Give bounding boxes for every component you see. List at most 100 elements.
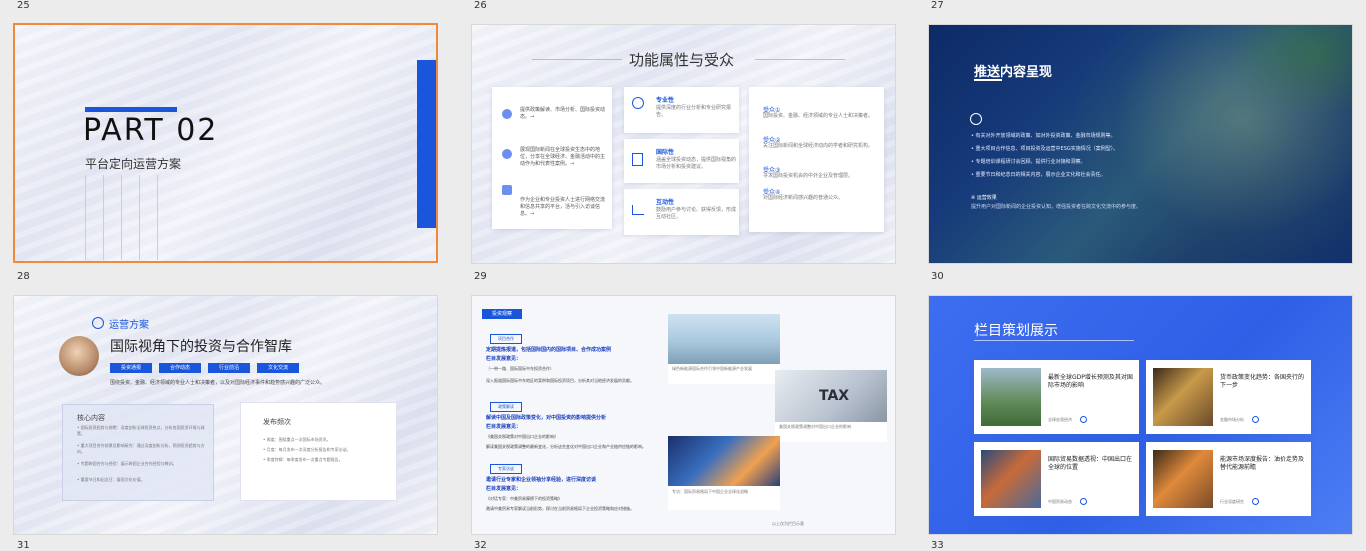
bullet-text: 有关对外开放领域的政策、如对外投资政策、金融市场规则等。 (975, 133, 1116, 139)
subsection-label: 政策解读 (490, 402, 522, 412)
containers-photo (981, 450, 1041, 508)
attribute-card-interactive: 互动性 鼓励用户参与讨论、获得反馈，形成互动社区。 (624, 189, 739, 235)
building-icon (502, 185, 512, 195)
frequency-item-text: 季度特辑：每季度发布一次重点专题报告。 (266, 457, 343, 462)
photo-caption-box: 专访：国际贸易格局下中国企业全球化战略 (668, 486, 780, 510)
subsection-title: 定期提炼报道，包括国际国内的国际项目、合作成功案例 (486, 347, 612, 353)
title-accent-bar (85, 107, 177, 112)
subsection-sub: 栏目发展意见： (486, 356, 522, 362)
tag-button[interactable]: 行业前沿 (208, 363, 250, 373)
bullet-3: • 专题培训课程研讨会回顾，提供行业对接和洞察。 (971, 159, 1086, 165)
audience-panel: 受众① 国际投资、金融、经济领域的专业人士和决策者。 受众② 关注国际新闻和全球… (749, 87, 884, 232)
deco-line (103, 175, 104, 260)
slide-29-thumbnail[interactable]: 功能属性与受众 提供政策解读、市场分析、国际投资动态。→ 展现国际新闻在全球投资… (471, 24, 896, 264)
slide-number-28: 28 (17, 271, 30, 282)
power-icon (970, 113, 982, 125)
column-card[interactable]: 最新全球GDP增长预测及其对国际市场的影响 全球宏观经济 (974, 360, 1139, 434)
core-content-panel: 核心内容 • 国际投资趋势与前瞻：深度剖析全球投资热点，分析各国投资环境与政策。… (62, 404, 214, 501)
core-item-text: 专题跨国合作与经验：展示跨国企业合作经验与教训。 (80, 461, 177, 466)
left-item-2: 展现国际新闻在全球投资生态中的地位，分享在全球经济、金融活动中的主动作为和代表性… (520, 147, 606, 167)
slide-31-thumbnail[interactable]: 运营方案 国际视角下的投资与合作智库 投资通报 合作动态 行业前沿 文化交流 围… (13, 295, 438, 535)
panel-title: 发布频次 (263, 418, 291, 426)
core-item: • 专题跨国合作与经验：展示跨国企业合作经验与教训。 (77, 461, 177, 466)
slide-number-30: 30 (931, 271, 944, 282)
card-tag: 中国贸易动态 (1048, 499, 1072, 504)
slide-number-33: 33 (931, 540, 944, 551)
attribute-card-professional: 专业性 提供深度的行业分析和专业研究报告。 (624, 87, 739, 133)
attribute-text: 鼓励用户参与讨论、获得反馈，形成互动社区。 (656, 207, 737, 220)
column-card[interactable]: 货币政策变化趋势：各国央行的下一步 金融市场分析 (1146, 360, 1311, 434)
slide-number-25: 25 (17, 0, 30, 11)
bullet-1: • 有关对外开放领域的政策、如对外投资政策、金融市场规则等。 (971, 133, 1116, 139)
subsection-label: 项目合作 (490, 334, 522, 344)
slide-28-thumbnail[interactable]: PART 02 平台定向运营方案 (13, 23, 438, 263)
energy-worker-photo (1153, 450, 1213, 508)
subsection-label: 专家访谈 (490, 464, 522, 474)
avatar (59, 336, 99, 376)
slide-number-29: 29 (474, 271, 487, 282)
left-panel: 提供政策解读、市场分析、国际投资动态。→ 展现国际新闻在全球投资生态中的地位，分… (492, 87, 612, 229)
arrow-circle-icon[interactable] (1252, 416, 1259, 423)
core-item-text: 重要节日和纪念日：展现文化价值。 (80, 477, 145, 482)
frequency-item: • 月度：每月发布一次深度分析报告和专家访谈。 (263, 447, 351, 452)
arrow-circle-icon[interactable] (1080, 416, 1087, 423)
photo-caption-box: 美国关税政策调整对中国出口企业的影响 (775, 422, 887, 442)
frequency-panel: 发布频次 • 周度：围绕重点一次国际市场资讯。 • 月度：每月发布一次深度分析报… (240, 402, 397, 501)
tag-button[interactable]: 文化交流 (257, 363, 299, 373)
slide-title: 推送内容呈现 (974, 65, 1053, 80)
slide-description: 围绕投资、金融、经济领域的专业人士和决策者，以及对国际经济事件和趋势感兴趣的广泛… (110, 380, 326, 386)
audience-text: 对国际经济新闻感兴趣的普通公众。 (763, 195, 844, 201)
title-rule-right (755, 59, 845, 60)
photo-caption: 绿色新能源国际合作引领中国新能源产业发展 (672, 366, 752, 371)
title-rule-left (532, 59, 622, 60)
bullet-text: 重大项目合作信息、项目投资及运营中ESG实施情况（案例型）。 (975, 146, 1119, 152)
part-title: PART 02 (83, 113, 219, 148)
frequency-item: • 季度特辑：每季度发布一次重点专题报告。 (263, 457, 343, 462)
bullet-2: • 重大项目合作信息、项目投资及运营中ESG实施情况（案例型）。 (971, 146, 1119, 152)
part-subtitle: 平台定向运营方案 (85, 157, 182, 171)
subsection-title: 邀请行业专家和企业领袖分享经验，进行深度访谈 (486, 477, 597, 483)
subsection-line: （一带一路、国际国际中东投资合作） (486, 366, 554, 371)
core-item: • 重要节日和纪念日：展现文化价值。 (77, 477, 145, 482)
slide-title: 栏目策划展示 (974, 323, 1058, 339)
bullet-text: 重要节日和纪念日的相关内容，展示企业文化和社会责任。 (975, 172, 1106, 178)
document-icon (632, 153, 643, 166)
effect-title: ※ 运营效果 (971, 195, 997, 201)
audience-text: 寻求国际投资机会的中外企业及管理层。 (763, 173, 854, 179)
coins-photo (1153, 368, 1213, 426)
column-card[interactable]: 国际贸易数据透视：中国出口在全球的位置 中国贸易动态 (974, 442, 1139, 516)
subsection-line: 邀请中美贸易专家解读当前形势，探讨在当前贸易格局下企业投资策略和应对措施。 (486, 506, 634, 511)
frequency-item: • 周度：围绕重点一次国际市场资讯。 (263, 437, 331, 442)
attribute-title: 互动性 (656, 199, 675, 206)
slide-30-thumbnail[interactable]: 推送内容呈现 • 有关对外开放领域的政策、如对外投资政策、金融市场规则等。 • … (928, 24, 1353, 264)
section-tag[interactable]: 投资观察 (482, 309, 522, 319)
gear-icon (632, 97, 644, 109)
tax-photo: TAX (775, 370, 887, 422)
login-icon (92, 317, 104, 329)
arrow-circle-icon[interactable] (1080, 498, 1087, 505)
arrow-circle-icon[interactable] (1252, 498, 1259, 505)
slide-32-thumbnail[interactable]: 投资观察 项目合作 定期提炼报道，包括国际国内的国际项目、合作成功案例 栏目发展… (471, 295, 896, 535)
card-tag: 行业深度研究 (1220, 499, 1244, 504)
slide-title: 功能属性与受众 (629, 51, 735, 69)
business-photo (668, 436, 780, 486)
attribute-title: 国际性 (656, 149, 675, 156)
tag-button[interactable]: 投资通报 (110, 363, 152, 373)
slide-33-thumbnail[interactable]: 栏目策划展示 最新全球GDP增长预测及其对国际市场的影响 全球宏观经济 货币政策… (928, 295, 1353, 535)
attribute-card-international: 国际性 涵盖全球投资动态，提供国际视角的市场分析和投资建议。 (624, 139, 739, 183)
subsection-line: 《美国关税政策对中国出口企业的影响》 (486, 434, 558, 439)
chart-icon (632, 205, 644, 215)
left-item-3: 作为企业和专业投资人士进行网络交流和信息共享的平台，活与引入访谈信息。→ (520, 197, 606, 217)
card-tag: 全球宏观经济 (1048, 417, 1072, 422)
tag-button[interactable]: 合作动态 (159, 363, 201, 373)
bullet-text: 专题培训课程研讨会回顾，提供行业对接和洞察。 (975, 159, 1086, 165)
photo-caption-box: 绿色新能源国际合作引领中国新能源产业发展 (668, 364, 780, 384)
column-card[interactable]: 能源市场深度报告：油价走势及替代能源前瞻 行业深度研究 (1146, 442, 1311, 516)
audience-text: 国际投资、金融、经济领域的专业人士和决策者。 (763, 113, 874, 119)
slide-number-26: 26 (474, 0, 487, 11)
subsection-line: 《对话专家：中美贸易摩擦下的投资策略》 (486, 496, 562, 501)
attribute-title: 专业性 (656, 97, 675, 104)
footnote: 以上仅为栏目示意 (772, 521, 804, 526)
deco-line (121, 175, 122, 260)
photo-caption: 专访：国际贸易格局下中国企业全球化战略 (672, 489, 748, 494)
